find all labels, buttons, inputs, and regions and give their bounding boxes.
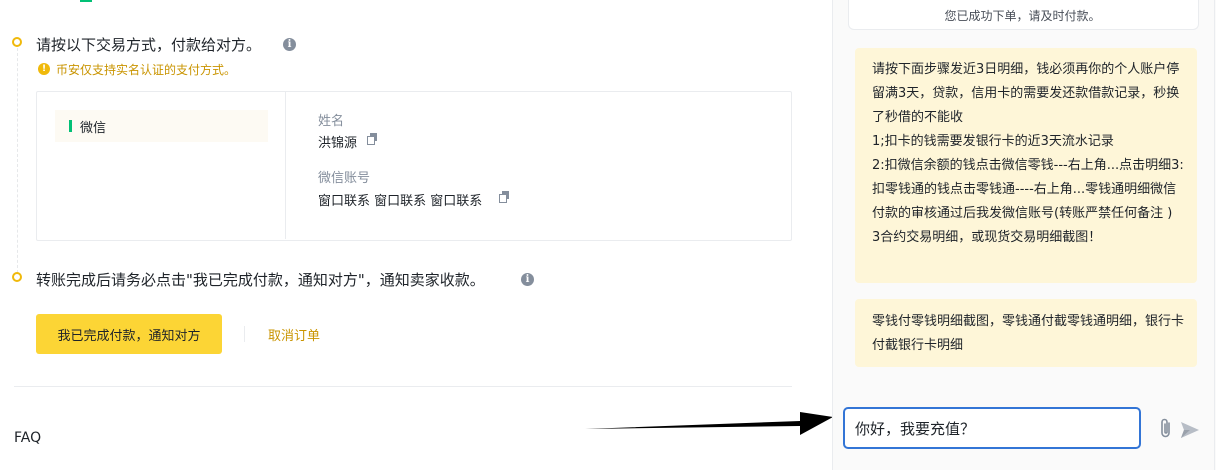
faq-heading: FAQ xyxy=(14,430,42,446)
arrow-annotation-icon xyxy=(585,412,833,435)
chat-scrollbar[interactable] xyxy=(1214,0,1215,470)
section-divider xyxy=(14,386,792,387)
warning-text: 币安仅支持实名认证的支付方式。 xyxy=(56,63,237,77)
payment-method-label: 微信 xyxy=(80,121,107,136)
name-label: 姓名 xyxy=(318,114,345,129)
copy-name-icon[interactable] xyxy=(367,133,377,145)
paperclip-icon[interactable] xyxy=(1158,418,1174,440)
chat-message-input[interactable] xyxy=(843,407,1141,449)
step1-dot-icon xyxy=(12,37,22,47)
name-value: 洪锦源 xyxy=(318,136,358,151)
step2-info-icon[interactable]: i xyxy=(521,273,534,286)
cancel-order-link[interactable]: 取消订单 xyxy=(268,325,320,344)
copy-account-icon[interactable] xyxy=(499,191,509,203)
timeline-line xyxy=(17,48,18,273)
send-icon[interactable] xyxy=(1180,420,1200,440)
top-cutoff-line xyxy=(80,0,92,2)
confirm-payment-button[interactable]: 我已完成付款，通知对方 xyxy=(36,314,222,354)
system-message-text: 您已成功下单，请及时付款。 xyxy=(944,9,1101,23)
payment-divider xyxy=(285,92,286,239)
account-value: 窗口联系 窗口联系 窗口联系 xyxy=(318,194,483,209)
action-separator xyxy=(244,326,245,342)
account-label: 微信账号 xyxy=(318,171,371,186)
chat-message-text: 请按下面步骤发近3日明细，钱必须再你的个人账户停留满3天，贷款，信用卡的需要发还… xyxy=(872,62,1184,245)
step1-info-icon[interactable]: i xyxy=(283,38,296,51)
chat-message-text: 零钱付零钱明细截图，零钱通付截零钱通明细，银行卡付截银行卡明细 xyxy=(872,314,1185,353)
payment-method-indicator xyxy=(69,120,72,132)
step2-text: 转账完成后请务必点击"我已完成付款，通知对方"，通知卖家收款。 xyxy=(36,271,485,289)
warning-icon: ! xyxy=(38,63,50,75)
step2-dot-icon xyxy=(12,272,22,282)
step1-text: 请按以下交易方式，付款给对方。 xyxy=(36,36,262,54)
